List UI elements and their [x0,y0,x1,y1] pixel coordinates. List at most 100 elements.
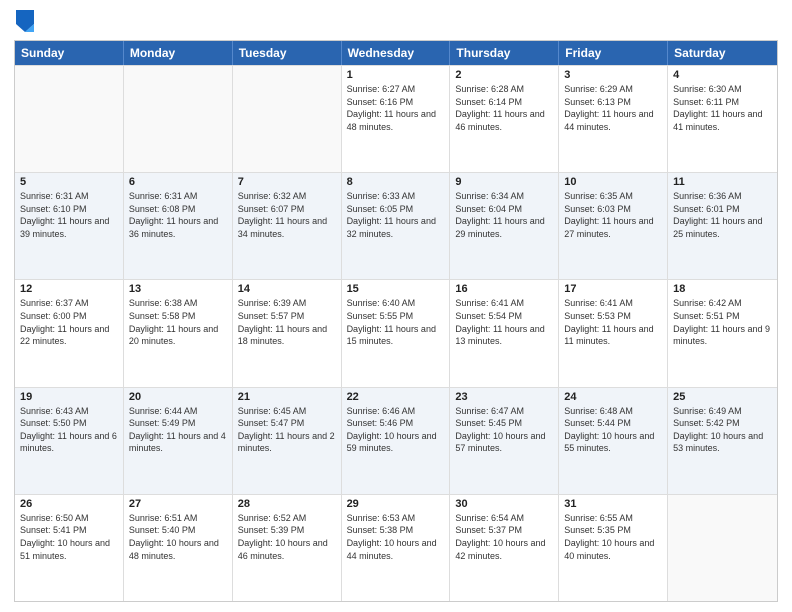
header-cell-saturday: Saturday [668,41,777,65]
day-number: 18 [673,283,772,295]
calendar-cell: 26 Sunrise: 6:50 AM Sunset: 5:41 PM Dayli… [15,495,124,601]
calendar-cell [124,66,233,172]
calendar-row-4: 19 Sunrise: 6:43 AM Sunset: 5:50 PM Dayli… [15,387,777,494]
calendar-row-5: 26 Sunrise: 6:50 AM Sunset: 5:41 PM Dayli… [15,494,777,601]
day-content: Sunrise: 6:37 AM Sunset: 6:00 PM Dayligh… [20,297,118,347]
day-content: Sunrise: 6:50 AM Sunset: 5:41 PM Dayligh… [20,512,118,562]
day-number: 8 [347,176,445,188]
header-cell-wednesday: Wednesday [342,41,451,65]
day-content: Sunrise: 6:53 AM Sunset: 5:38 PM Dayligh… [347,512,445,562]
day-content: Sunrise: 6:42 AM Sunset: 5:51 PM Dayligh… [673,297,772,347]
day-number: 27 [129,498,227,510]
header [14,10,778,32]
day-content: Sunrise: 6:41 AM Sunset: 5:54 PM Dayligh… [455,297,553,347]
calendar: SundayMondayTuesdayWednesdayThursdayFrid… [14,40,778,602]
day-number: 26 [20,498,118,510]
calendar-cell: 14 Sunrise: 6:39 AM Sunset: 5:57 PM Dayli… [233,280,342,386]
calendar-cell [668,495,777,601]
calendar-row-3: 12 Sunrise: 6:37 AM Sunset: 6:00 PM Dayli… [15,279,777,386]
day-content: Sunrise: 6:39 AM Sunset: 5:57 PM Dayligh… [238,297,336,347]
day-number: 15 [347,283,445,295]
day-number: 31 [564,498,662,510]
calendar-cell: 20 Sunrise: 6:44 AM Sunset: 5:49 PM Dayli… [124,388,233,494]
calendar-cell: 25Sunrise: 6:49 AM Sunset: 5:42 PM Dayli… [668,388,777,494]
day-number: 6 [129,176,227,188]
day-content: Sunrise: 6:43 AM Sunset: 5:50 PM Dayligh… [20,405,118,455]
day-content: Sunrise: 6:40 AM Sunset: 5:55 PM Dayligh… [347,297,445,347]
page: SundayMondayTuesdayWednesdayThursdayFrid… [0,0,792,612]
calendar-cell: 29 Sunrise: 6:53 AM Sunset: 5:38 PM Dayli… [342,495,451,601]
day-content: Sunrise: 6:32 AM Sunset: 6:07 PM Dayligh… [238,190,336,240]
calendar-cell: 27 Sunrise: 6:51 AM Sunset: 5:40 PM Dayli… [124,495,233,601]
day-content: Sunrise: 6:33 AM Sunset: 6:05 PM Dayligh… [347,190,445,240]
day-content: Sunrise: 6:29 AM Sunset: 6:13 PM Dayligh… [564,83,662,133]
calendar-cell: 5Sunrise: 6:31 AM Sunset: 6:10 PM Daylig… [15,173,124,279]
calendar-cell: 9 Sunrise: 6:34 AM Sunset: 6:04 PM Daylig… [450,173,559,279]
day-content: Sunrise: 6:45 AM Sunset: 5:47 PM Dayligh… [238,405,336,455]
calendar-cell: 28 Sunrise: 6:52 AM Sunset: 5:39 PM Dayli… [233,495,342,601]
logo-icon [16,10,34,32]
day-content: Sunrise: 6:38 AM Sunset: 5:58 PM Dayligh… [129,297,227,347]
day-number: 4 [673,69,772,81]
calendar-cell: 31 Sunrise: 6:55 AM Sunset: 5:35 PM Dayli… [559,495,668,601]
day-content: Sunrise: 6:30 AM Sunset: 6:11 PM Dayligh… [673,83,772,133]
calendar-cell: 3 Sunrise: 6:29 AM Sunset: 6:13 PM Daylig… [559,66,668,172]
calendar-cell: 6 Sunrise: 6:31 AM Sunset: 6:08 PM Daylig… [124,173,233,279]
day-content: Sunrise: 6:52 AM Sunset: 5:39 PM Dayligh… [238,512,336,562]
calendar-cell: 24Sunrise: 6:48 AM Sunset: 5:44 PM Dayli… [559,388,668,494]
day-content: Sunrise: 6:44 AM Sunset: 5:49 PM Dayligh… [129,405,227,455]
day-content: Sunrise: 6:55 AM Sunset: 5:35 PM Dayligh… [564,512,662,562]
calendar-cell: 21 Sunrise: 6:45 AM Sunset: 5:47 PM Dayli… [233,388,342,494]
calendar-row-1: 1 Sunrise: 6:27 AM Sunset: 6:16 PM Daylig… [15,65,777,172]
day-content: Sunrise: 6:27 AM Sunset: 6:16 PM Dayligh… [347,83,445,133]
day-number: 19 [20,391,118,403]
day-number: 5 [20,176,118,188]
day-content: Sunrise: 6:35 AM Sunset: 6:03 PM Dayligh… [564,190,662,240]
day-content: Sunrise: 6:46 AM Sunset: 5:46 PM Dayligh… [347,405,445,455]
day-number: 3 [564,69,662,81]
day-number: 25 [673,391,772,403]
calendar-cell: 30 Sunrise: 6:54 AM Sunset: 5:37 PM Dayli… [450,495,559,601]
day-number: 14 [238,283,336,295]
calendar-cell: 4 Sunrise: 6:30 AM Sunset: 6:11 PM Daylig… [668,66,777,172]
calendar-header: SundayMondayTuesdayWednesdayThursdayFrid… [15,41,777,65]
day-number: 9 [455,176,553,188]
calendar-cell: 8 Sunrise: 6:33 AM Sunset: 6:05 PM Daylig… [342,173,451,279]
day-content: Sunrise: 6:31 AM Sunset: 6:08 PM Dayligh… [129,190,227,240]
day-content: Sunrise: 6:41 AM Sunset: 5:53 PM Dayligh… [564,297,662,347]
day-content: Sunrise: 6:48 AM Sunset: 5:44 PM Dayligh… [564,405,662,455]
calendar-cell: 16 Sunrise: 6:41 AM Sunset: 5:54 PM Dayli… [450,280,559,386]
day-number: 17 [564,283,662,295]
day-number: 20 [129,391,227,403]
day-number: 21 [238,391,336,403]
day-content: Sunrise: 6:54 AM Sunset: 5:37 PM Dayligh… [455,512,553,562]
header-cell-monday: Monday [124,41,233,65]
day-number: 11 [673,176,772,188]
calendar-cell: 19 Sunrise: 6:43 AM Sunset: 5:50 PM Dayli… [15,388,124,494]
day-content: Sunrise: 6:47 AM Sunset: 5:45 PM Dayligh… [455,405,553,455]
calendar-cell: 15 Sunrise: 6:40 AM Sunset: 5:55 PM Dayli… [342,280,451,386]
header-cell-thursday: Thursday [450,41,559,65]
day-number: 23 [455,391,553,403]
day-content: Sunrise: 6:34 AM Sunset: 6:04 PM Dayligh… [455,190,553,240]
day-number: 2 [455,69,553,81]
day-number: 29 [347,498,445,510]
day-number: 22 [347,391,445,403]
calendar-cell: 23 Sunrise: 6:47 AM Sunset: 5:45 PM Dayli… [450,388,559,494]
calendar-cell: 13 Sunrise: 6:38 AM Sunset: 5:58 PM Dayli… [124,280,233,386]
day-number: 12 [20,283,118,295]
calendar-cell: 17 Sunrise: 6:41 AM Sunset: 5:53 PM Dayli… [559,280,668,386]
day-content: Sunrise: 6:28 AM Sunset: 6:14 PM Dayligh… [455,83,553,133]
day-number: 16 [455,283,553,295]
day-number: 30 [455,498,553,510]
calendar-cell: 22 Sunrise: 6:46 AM Sunset: 5:46 PM Dayli… [342,388,451,494]
day-number: 13 [129,283,227,295]
calendar-body: 1 Sunrise: 6:27 AM Sunset: 6:16 PM Daylig… [15,65,777,601]
calendar-cell: 2 Sunrise: 6:28 AM Sunset: 6:14 PM Daylig… [450,66,559,172]
header-cell-tuesday: Tuesday [233,41,342,65]
day-content: Sunrise: 6:51 AM Sunset: 5:40 PM Dayligh… [129,512,227,562]
day-number: 28 [238,498,336,510]
calendar-cell [233,66,342,172]
day-number: 1 [347,69,445,81]
logo [14,10,38,32]
